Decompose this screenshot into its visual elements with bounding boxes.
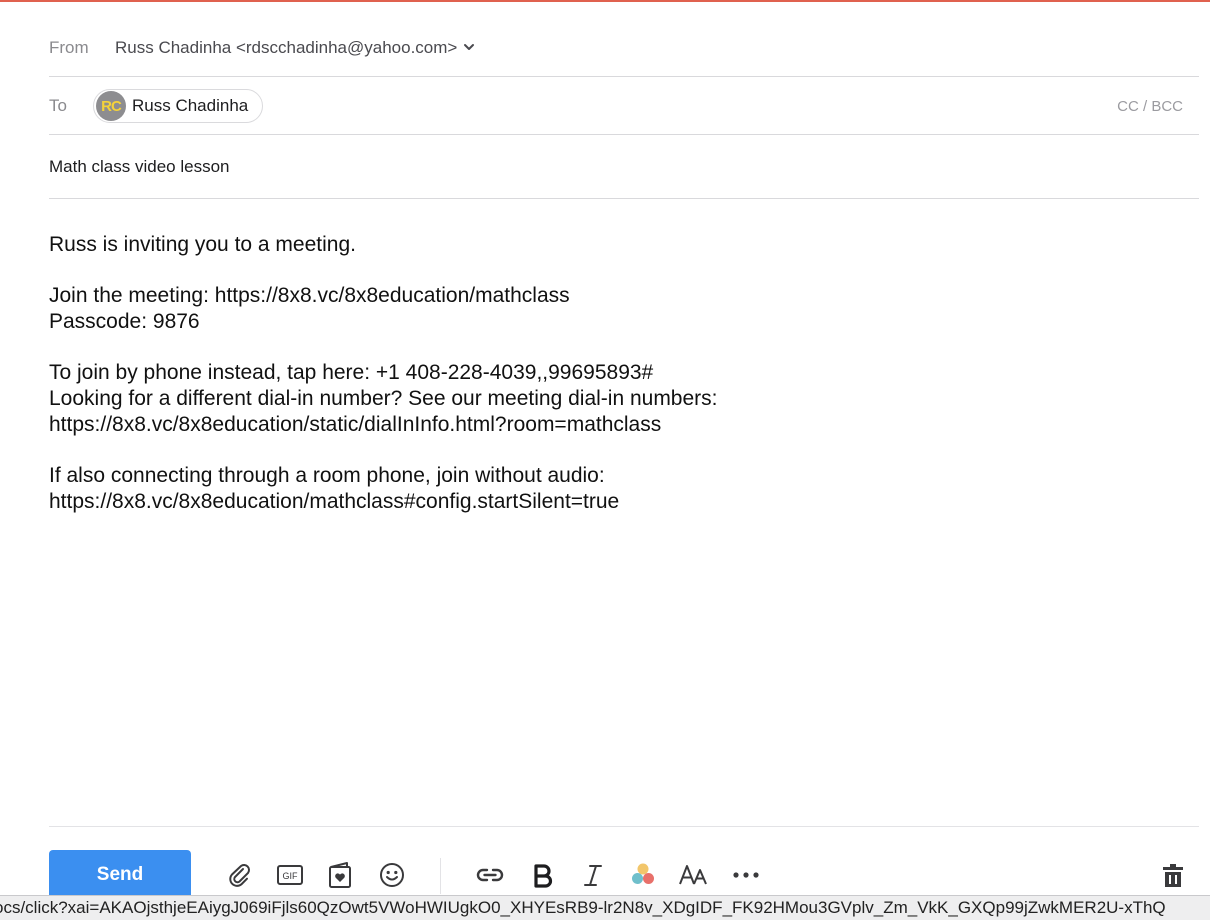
italic-button[interactable] <box>576 858 610 892</box>
avatar: RC <box>96 91 126 121</box>
body-line: Join the meeting: https://8x8.vc/8x8educ… <box>49 284 570 308</box>
toolbar-divider <box>49 826 1199 827</box>
from-address: Russ Chadinha <rdscchadinha@yahoo.com> <box>115 38 458 57</box>
body-line: https://8x8.vc/8x8education/static/dialI… <box>49 412 662 436</box>
toolbar-separator <box>440 858 441 894</box>
body-line: To join by phone instead, tap here: +1 4… <box>49 361 654 385</box>
body-line: Russ is inviting you to a meeting. <box>49 233 356 256</box>
subject-field[interactable]: Math class video lesson <box>49 157 229 177</box>
font-size-icon <box>679 865 707 885</box>
link-icon <box>476 868 504 882</box>
compose-window: From Russ Chadinha <rdscchadinha@yahoo.c… <box>49 0 1199 920</box>
italic-icon <box>584 865 602 886</box>
chevron-down-icon <box>464 44 475 50</box>
body-blank-line <box>49 258 1189 284</box>
subject-row: Math class video lesson <box>49 136 1199 199</box>
gif-button[interactable]: GIF <box>273 858 307 892</box>
more-options-button[interactable] <box>729 858 763 892</box>
from-selector[interactable]: Russ Chadinha <rdscchadinha@yahoo.com> <box>115 38 475 58</box>
body-line: If also connecting through a room phone,… <box>49 464 605 488</box>
message-body[interactable]: Russ is inviting you to a meeting. Join t… <box>49 232 1189 515</box>
cc-bcc-button[interactable]: CC / BCC <box>1117 98 1183 115</box>
status-bar: ocs/click?xai=AKAOjsthjeEAiygJ069iFjls60… <box>0 895 1210 920</box>
body-line: Looking for a different dial-in number? … <box>49 387 718 411</box>
color-icon <box>632 863 654 884</box>
stationery-button[interactable] <box>323 858 357 892</box>
body-line: https://8x8.vc/8x8education/mathclass#co… <box>49 489 620 513</box>
emoji-icon <box>380 863 404 887</box>
bold-button[interactable] <box>526 858 560 892</box>
from-row: From Russ Chadinha <rdscchadinha@yahoo.c… <box>49 20 1199 77</box>
body-line: Passcode: 9876 <box>49 310 200 334</box>
stationery-icon <box>329 862 351 888</box>
font-size-button[interactable] <box>677 858 711 892</box>
body-blank-line <box>49 335 1189 361</box>
gif-icon: GIF <box>277 865 303 885</box>
status-url: ocs/click?xai=AKAOjsthjeEAiygJ069iFjls60… <box>0 898 1166 917</box>
from-label: From <box>49 38 89 57</box>
discard-button[interactable] <box>1156 858 1190 892</box>
bold-icon <box>534 864 553 888</box>
recipient-name: Russ Chadinha <box>132 96 249 115</box>
more-icon <box>733 872 759 878</box>
emoji-button[interactable] <box>375 858 409 892</box>
paperclip-icon <box>229 864 250 887</box>
attach-button[interactable] <box>223 858 257 892</box>
trash-icon <box>1163 864 1183 887</box>
to-row: To RC Russ Chadinha CC / BCC <box>49 78 1199 135</box>
recipient-chip[interactable]: RC Russ Chadinha <box>93 89 264 123</box>
svg-text:GIF: GIF <box>283 871 299 881</box>
link-button[interactable] <box>473 858 507 892</box>
text-color-button[interactable] <box>626 858 660 892</box>
body-blank-line <box>49 438 1189 464</box>
